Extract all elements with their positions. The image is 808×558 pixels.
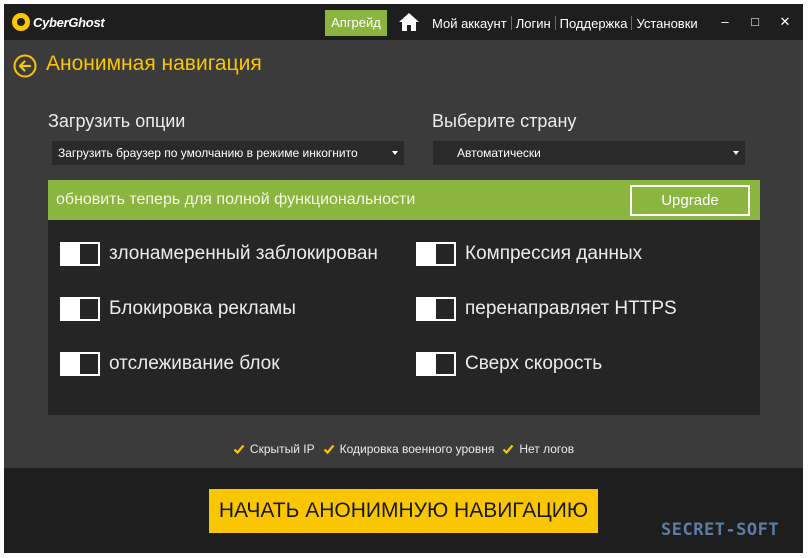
option-label: Компрессия данных — [465, 243, 643, 264]
feature-item: Кодировка военного уровня — [323, 442, 495, 456]
app-window: CyberGhost Апгрейд Мой аккаунт Логин Под… — [4, 4, 803, 553]
start-anonymous-navigation-button[interactable]: НАЧАТЬ АНОНИМНУЮ НАВИГАЦИЮ — [209, 489, 598, 533]
page-title: Анонимная навигация — [46, 52, 262, 75]
option-label: отслеживание блок — [109, 353, 280, 374]
options-panel: злонамеренный заблокирован Компрессия да… — [48, 220, 760, 415]
toggle-switch[interactable] — [416, 297, 456, 321]
nav-login[interactable]: Логин — [512, 16, 555, 31]
option-malware-block[interactable]: злонамеренный заблокирован — [60, 242, 378, 266]
load-options-label: Загрузить опции — [48, 111, 186, 131]
nav-my-account[interactable]: Мой аккаунт — [428, 16, 511, 31]
upgrade-button[interactable]: Upgrade — [630, 185, 750, 216]
close-button[interactable]: ✕ — [775, 12, 795, 32]
toggle-knob — [62, 244, 80, 264]
option-ad-block[interactable]: Блокировка рекламы — [60, 297, 296, 321]
watermark-text: SECRET-SOFT — [661, 520, 780, 540]
maximize-button[interactable]: □ — [745, 12, 765, 32]
features-row: Скрытый IP Кодировка военного уровня Нет… — [4, 442, 803, 456]
option-data-compression[interactable]: Компрессия данных — [416, 242, 642, 266]
load-options-value: Загрузить браузер по умолчанию в режиме … — [58, 146, 358, 160]
upgrade-banner: обновить теперь для полной функционально… — [48, 180, 760, 220]
country-dropdown[interactable]: Автоматически — [433, 141, 745, 165]
chevron-down-icon — [392, 151, 398, 155]
toggle-knob — [418, 299, 436, 319]
country-label: Выберите страну — [432, 111, 577, 131]
toggle-switch[interactable] — [60, 352, 100, 376]
nav-settings[interactable]: Установки — [632, 16, 701, 31]
banner-text: обновить теперь для полной функционально… — [56, 191, 416, 208]
country-value: Автоматически — [457, 146, 541, 160]
option-label: Блокировка рекламы — [109, 298, 296, 319]
bottom-bar: НАЧАТЬ АНОНИМНУЮ НАВИГАЦИЮ SECRET-SOFT — [4, 468, 803, 553]
toggle-switch[interactable] — [60, 242, 100, 266]
top-nav: Мой аккаунт Логин Поддержка Установки — [428, 10, 702, 36]
checkmark-icon — [323, 444, 334, 455]
option-extra-speed[interactable]: Сверх скорость — [416, 352, 602, 376]
feature-text: Скрытый IP — [249, 442, 315, 456]
feature-text: Нет логов — [519, 442, 575, 456]
option-https-redirect[interactable]: перенаправляет HTTPS — [416, 297, 677, 321]
toggle-switch[interactable] — [416, 352, 456, 376]
feature-item: Нет логов — [502, 442, 574, 456]
toggle-switch[interactable] — [60, 297, 100, 321]
upgrade-top-button[interactable]: Апгрейд — [325, 10, 387, 36]
option-label: Сверх скорость — [465, 353, 603, 374]
toggle-knob — [62, 299, 80, 319]
back-arrow-icon[interactable] — [13, 54, 37, 78]
logo-text: CyberGhost — [33, 14, 105, 30]
checkmark-icon — [503, 444, 514, 455]
feature-item: Скрытый IP — [233, 442, 315, 456]
option-tracking-block[interactable]: отслеживание блок — [60, 352, 280, 376]
feature-text: Кодировка военного уровня — [339, 442, 495, 456]
option-label: перенаправляет HTTPS — [465, 298, 677, 319]
title-bar: CyberGhost Апгрейд Мой аккаунт Логин Под… — [4, 4, 803, 40]
toggle-knob — [418, 354, 436, 374]
ghost-logo-icon — [12, 13, 30, 31]
toggle-knob — [418, 244, 436, 264]
minimize-button[interactable]: – — [715, 12, 735, 32]
chevron-down-icon — [733, 151, 739, 155]
load-options-dropdown[interactable]: Загрузить браузер по умолчанию в режиме … — [52, 141, 404, 165]
toggle-switch[interactable] — [416, 242, 456, 266]
nav-support[interactable]: Поддержка — [556, 16, 632, 31]
option-label: злонамеренный заблокирован — [109, 243, 378, 264]
app-logo: CyberGhost — [12, 11, 105, 33]
home-icon[interactable] — [398, 12, 420, 32]
checkmark-icon — [233, 444, 245, 455]
toggle-knob — [62, 354, 80, 374]
